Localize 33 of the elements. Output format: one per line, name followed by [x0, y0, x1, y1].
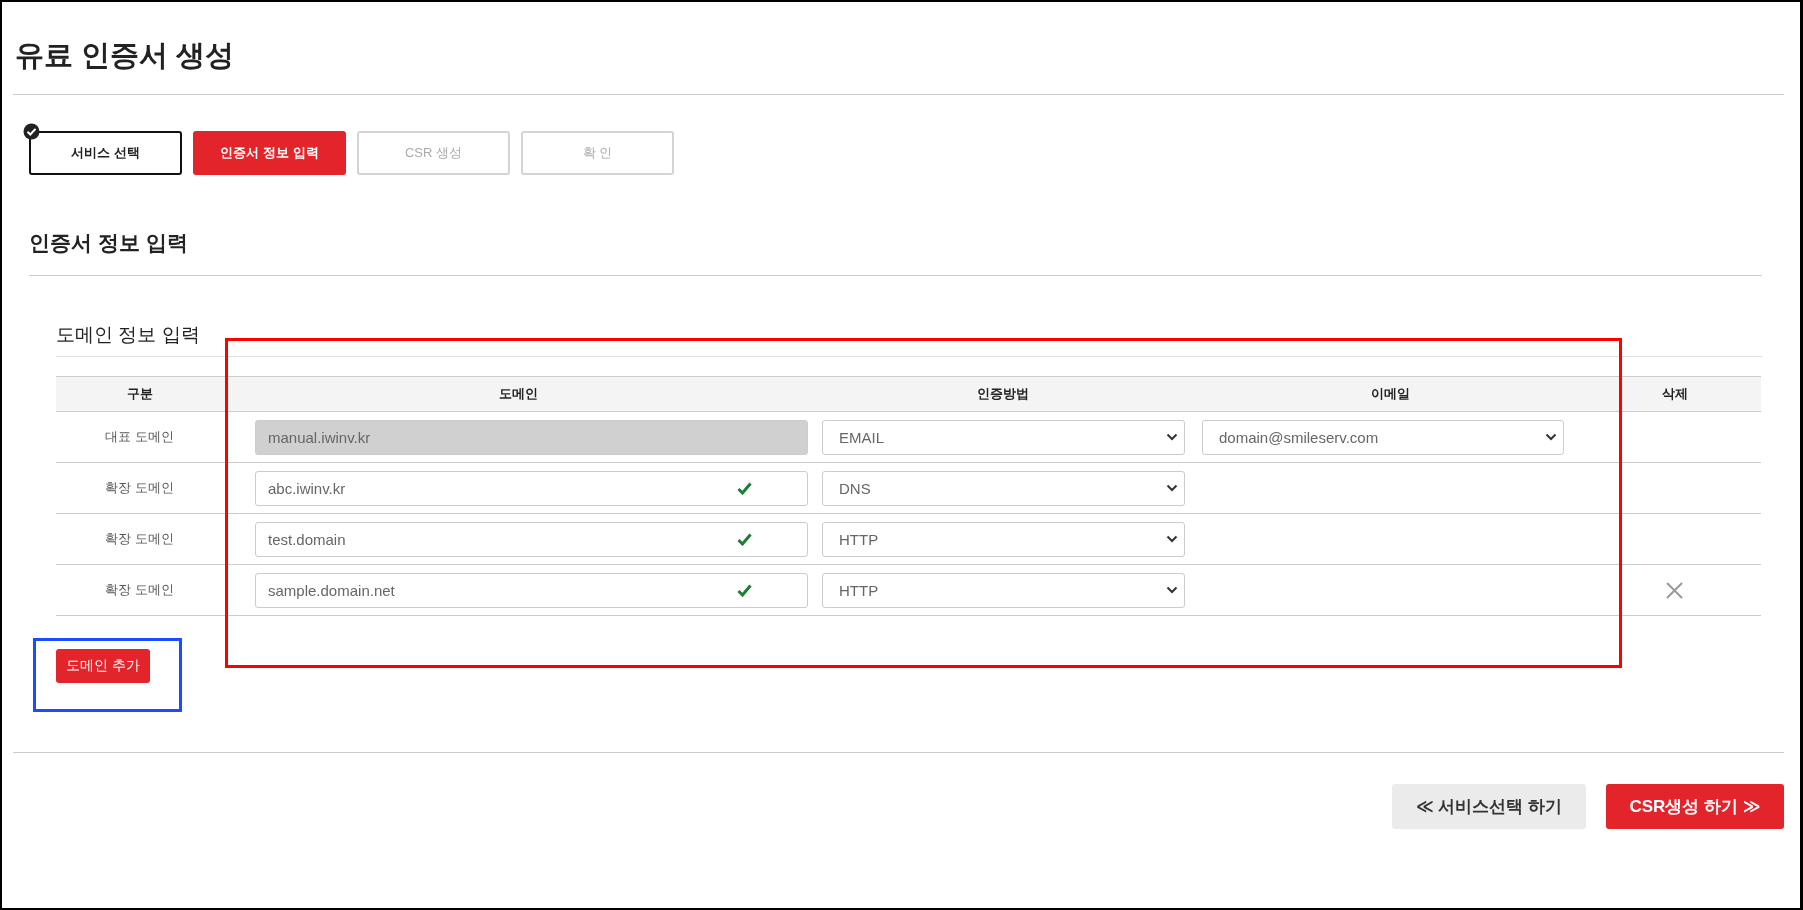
auth-method-select[interactable]: DNS	[822, 470, 1185, 506]
chevron-down-icon	[1166, 586, 1178, 594]
chevron-down-icon	[1166, 433, 1178, 441]
table-cell: 확장 도메인	[56, 463, 223, 514]
subsection-title: 도메인 정보 입력	[56, 322, 1762, 357]
column-header: 도메인	[223, 376, 813, 412]
chevron-down-icon	[1166, 535, 1178, 543]
auth-method-select[interactable]: HTTP	[822, 521, 1185, 557]
column-header: 인증방법	[813, 376, 1193, 412]
column-header: 삭제	[1588, 376, 1761, 412]
next-button[interactable]: CSR생성 하기 ≫	[1606, 784, 1784, 829]
add-domain-button[interactable]: 도메인 추가	[56, 649, 150, 683]
step-tab[interactable]: 서비스 선택	[29, 131, 182, 175]
page-title: 유료 인증서 생성	[13, 2, 1784, 95]
chevron-down-icon	[1545, 433, 1557, 441]
domain-field[interactable]: abc.iwinv.kr	[255, 470, 808, 506]
check-icon	[737, 583, 752, 597]
column-header: 구분	[56, 376, 223, 412]
check-icon	[23, 123, 40, 140]
close-icon[interactable]	[1666, 581, 1683, 599]
check-icon	[737, 481, 752, 495]
table-cell: 확장 도메인	[56, 565, 223, 616]
step-tab[interactable]: 인증서 정보 입력	[193, 131, 346, 175]
table-cell: 대표 도메인	[56, 412, 223, 463]
chevron-down-icon	[1166, 484, 1178, 492]
table-cell: 확장 도메인	[56, 514, 223, 565]
domain-field[interactable]: test.domain	[255, 521, 808, 557]
section-title: 인증서 정보 입력	[29, 229, 1762, 276]
column-header: 이메일	[1193, 376, 1588, 412]
back-button[interactable]: ≪ 서비스선택 하기	[1392, 784, 1586, 829]
domain-field[interactable]: sample.domain.net	[255, 572, 808, 608]
auth-method-select[interactable]: HTTP	[822, 572, 1185, 608]
check-icon	[737, 532, 752, 546]
